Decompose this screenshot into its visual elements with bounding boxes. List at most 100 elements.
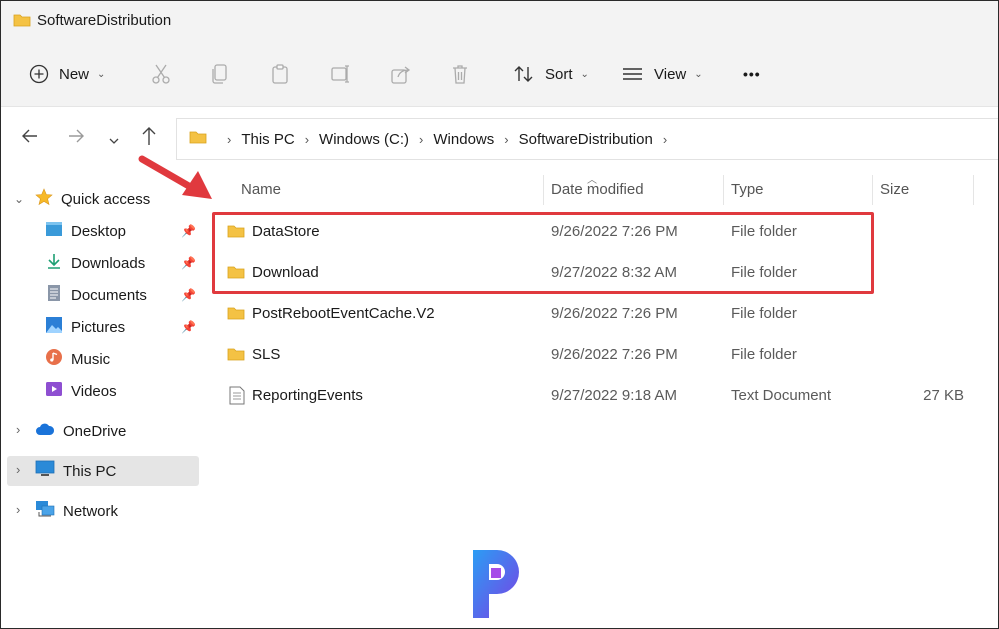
pictures-icon xyxy=(45,316,63,338)
file-name: PostRebootEventCache.V2 xyxy=(252,305,435,322)
clipboard-icon xyxy=(270,63,290,85)
title-bar: SoftwareDistribution xyxy=(1,1,998,41)
view-button[interactable]: View ⌄ xyxy=(622,57,703,91)
music-icon xyxy=(45,348,63,370)
column-header-type[interactable]: Type xyxy=(731,181,764,198)
sidebar-item-label: Videos xyxy=(71,382,117,400)
breadcrumb-separator[interactable]: › xyxy=(663,132,667,147)
breadcrumb-separator[interactable]: › xyxy=(504,132,508,147)
cloud-icon xyxy=(35,422,55,440)
folder-icon xyxy=(227,305,245,325)
file-date: 9/26/2022 7:26 PM xyxy=(551,305,678,322)
sidebar-item-quick-access[interactable]: Quick access xyxy=(35,184,150,214)
recent-locations-chevron-icon[interactable] xyxy=(108,132,120,150)
explorer-window: SoftwareDistribution New ⌄ Sort ⌄ View ⌄… xyxy=(0,0,999,629)
pin-icon[interactable]: 📌 xyxy=(181,288,196,302)
breadcrumb-windows-c[interactable]: Windows (C:) xyxy=(319,131,409,148)
more-label: ••• xyxy=(743,66,761,82)
pin-icon[interactable]: 📌 xyxy=(181,224,196,238)
scissors-icon xyxy=(151,63,171,85)
breadcrumb-this-pc[interactable]: This PC xyxy=(241,131,294,148)
file-date: 9/27/2022 9:18 AM xyxy=(551,387,677,404)
watermark-logo-icon xyxy=(473,550,519,618)
download-icon xyxy=(45,252,63,274)
sidebar-item-documents[interactable]: Documents xyxy=(45,280,147,310)
share-button[interactable] xyxy=(390,57,412,91)
column-divider[interactable] xyxy=(872,175,873,205)
breadcrumb-softwaredistribution[interactable]: SoftwareDistribution xyxy=(519,131,653,148)
sidebar-item-label: Pictures xyxy=(71,318,126,336)
more-options-button[interactable]: ••• xyxy=(743,57,761,91)
expand-chevron-icon[interactable]: ⌄ xyxy=(14,192,24,206)
sidebar-item-network[interactable]: Network xyxy=(35,496,118,526)
sort-label: Sort xyxy=(545,65,573,83)
star-icon xyxy=(35,188,53,210)
back-arrow-icon[interactable] xyxy=(21,128,39,149)
breadcrumb-separator[interactable]: › xyxy=(419,132,423,147)
expand-chevron-icon[interactable]: › xyxy=(16,502,20,517)
sidebar-item-pictures[interactable]: Pictures xyxy=(45,312,125,342)
rename-icon xyxy=(330,63,352,85)
rename-button[interactable] xyxy=(330,57,352,91)
text-document-icon xyxy=(229,386,245,409)
window-title: SoftwareDistribution xyxy=(37,12,172,29)
sidebar-item-label: Music xyxy=(71,350,111,368)
file-name: SLS xyxy=(252,346,281,363)
file-row-reportingevents[interactable]: ReportingEvents 9/27/2022 9:18 AM Text D… xyxy=(219,375,979,416)
chevron-down-icon: ⌄ xyxy=(97,68,106,80)
file-type: File folder xyxy=(731,346,797,363)
sidebar-item-videos[interactable]: Videos xyxy=(45,376,117,406)
forward-arrow-icon[interactable] xyxy=(67,128,85,149)
sort-arrows-icon xyxy=(513,64,535,84)
sidebar-item-downloads[interactable]: Downloads xyxy=(45,248,145,278)
command-bar: New ⌄ Sort ⌄ View ⌄ ••• xyxy=(1,41,998,107)
sidebar-item-onedrive[interactable]: OneDrive xyxy=(35,416,126,446)
up-arrow-icon[interactable] xyxy=(141,126,157,151)
new-button[interactable]: New ⌄ xyxy=(29,57,105,91)
cut-button[interactable] xyxy=(151,57,171,91)
expand-chevron-icon[interactable]: › xyxy=(16,462,20,477)
copy-icon xyxy=(210,63,230,85)
annotation-arrow-icon xyxy=(138,155,212,199)
column-header-row: ︿ Name Date modified Type Size xyxy=(206,171,998,207)
sidebar-item-this-pc[interactable]: This PC xyxy=(35,456,116,486)
sidebar-item-label: This PC xyxy=(63,462,117,480)
sidebar-item-label: Desktop xyxy=(71,222,127,240)
trash-icon xyxy=(450,63,470,85)
column-divider[interactable] xyxy=(543,175,544,205)
paste-button[interactable] xyxy=(270,57,290,91)
sort-button[interactable]: Sort ⌄ xyxy=(513,57,589,91)
file-row-postrebooteventcache[interactable]: PostRebootEventCache.V2 9/26/2022 7:26 P… xyxy=(219,293,979,334)
address-bar[interactable]: › This PC › Windows (C:) › Windows › Sof… xyxy=(176,118,998,160)
column-header-name[interactable]: Name xyxy=(241,181,281,198)
column-divider[interactable] xyxy=(973,175,974,205)
pin-icon[interactable]: 📌 xyxy=(181,320,196,334)
sidebar-item-desktop[interactable]: Desktop xyxy=(45,216,126,246)
file-row-sls[interactable]: SLS 9/26/2022 7:26 PM File folder xyxy=(219,334,979,375)
delete-button[interactable] xyxy=(450,57,470,91)
view-lines-icon xyxy=(622,66,644,82)
sidebar-item-label: Network xyxy=(63,502,119,520)
column-divider[interactable] xyxy=(723,175,724,205)
network-icon xyxy=(35,500,55,522)
annotation-highlight-box xyxy=(212,212,874,294)
copy-button[interactable] xyxy=(210,57,230,91)
folder-icon xyxy=(13,12,31,33)
share-icon xyxy=(390,63,412,85)
videos-icon xyxy=(45,380,63,402)
desktop-icon xyxy=(45,221,63,241)
column-header-date[interactable]: Date modified xyxy=(551,181,644,198)
expand-chevron-icon[interactable]: › xyxy=(16,422,20,437)
new-label: New xyxy=(59,65,90,83)
file-type: Text Document xyxy=(731,387,832,404)
documents-icon xyxy=(45,284,63,306)
navigation-pane: ⌄ Quick access Desktop 📌 Downloads 📌 Doc… xyxy=(1,169,206,627)
breadcrumb-separator[interactable]: › xyxy=(227,132,231,147)
sidebar-item-label: Documents xyxy=(71,286,147,304)
breadcrumb-windows[interactable]: Windows xyxy=(433,131,494,148)
sidebar-item-music[interactable]: Music xyxy=(45,344,110,374)
breadcrumb-separator[interactable]: › xyxy=(305,132,309,147)
file-size: 27 KB xyxy=(923,387,964,404)
column-header-size[interactable]: Size xyxy=(880,181,909,198)
pin-icon[interactable]: 📌 xyxy=(181,256,196,270)
